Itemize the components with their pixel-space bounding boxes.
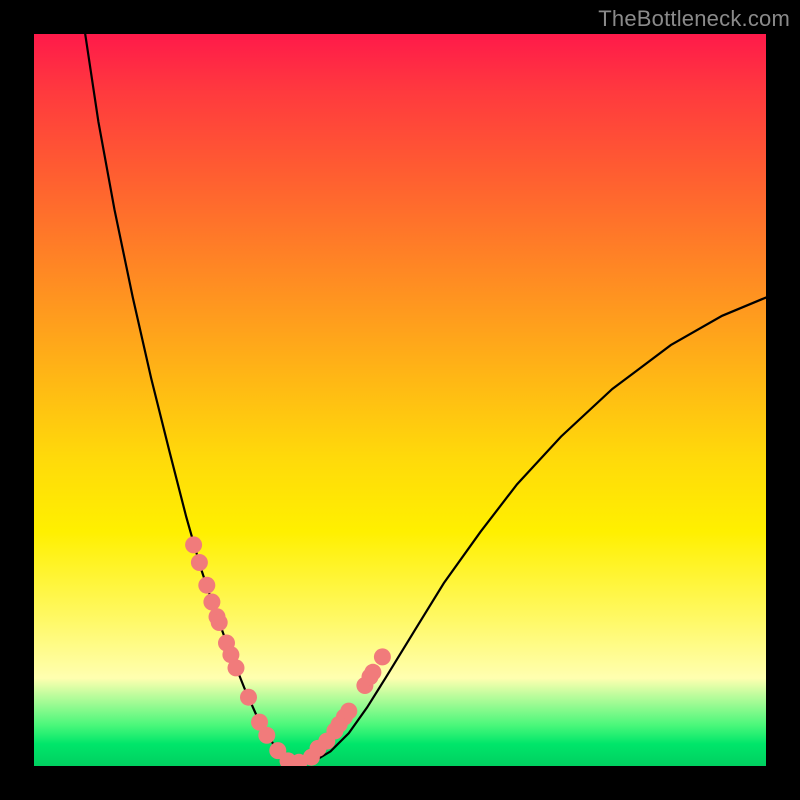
chart-svg <box>34 34 766 766</box>
scatter-dot <box>340 703 357 720</box>
scatter-dot <box>364 664 381 681</box>
scatter-dot <box>191 554 208 571</box>
scatter-dot <box>228 659 245 676</box>
bottleneck-curve <box>85 34 766 762</box>
scatter-dot <box>203 594 220 611</box>
outer-frame: TheBottleneck.com <box>0 0 800 800</box>
scatter-dot <box>240 689 257 706</box>
scatter-dot <box>185 536 202 553</box>
watermark-text: TheBottleneck.com <box>598 6 790 32</box>
scatter-dot <box>198 577 215 594</box>
scatter-dot <box>258 727 275 744</box>
scatter-dot <box>211 614 228 631</box>
scatter-group <box>185 536 391 766</box>
scatter-dot <box>374 648 391 665</box>
plot-area <box>34 34 766 766</box>
